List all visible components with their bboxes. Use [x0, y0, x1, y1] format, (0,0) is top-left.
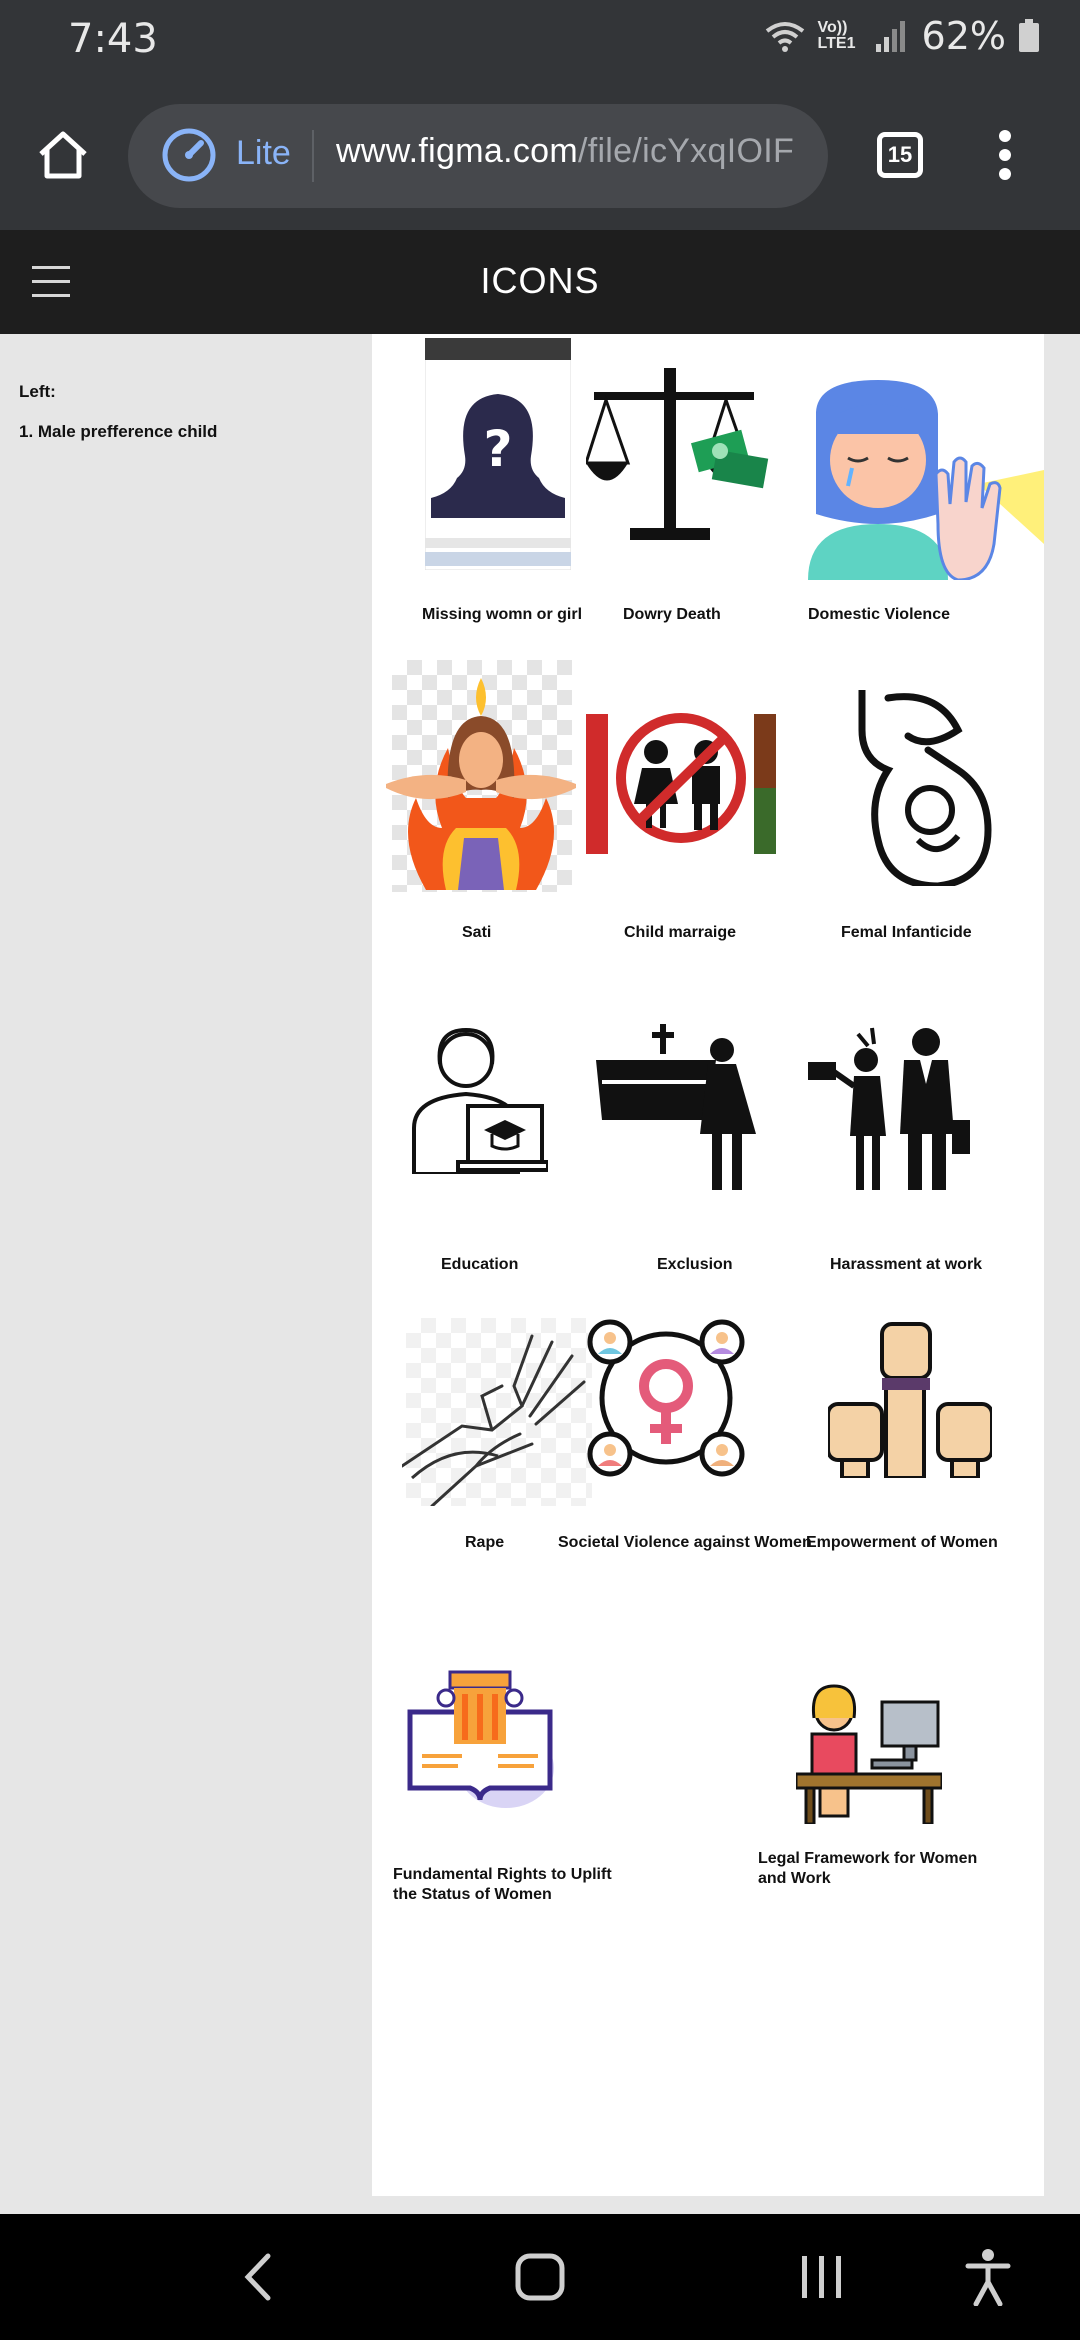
home-icon	[39, 131, 87, 179]
woman-at-computer-desk-icon	[796, 1684, 942, 1824]
pregnant-womb-icon	[858, 690, 992, 886]
browser-toolbar: Lite www.figma.com/file/icYxqIOIF 15	[0, 92, 1080, 230]
icon-label-line-2: the Status of Women	[393, 1886, 552, 1903]
icon-label: Rape	[465, 1534, 505, 1551]
url-host: www.figma.com	[336, 132, 578, 170]
icon-label-line-1: Fundamental Rights to Uplift	[393, 1866, 612, 1883]
mourning-coffin-icon	[596, 1024, 756, 1190]
crying-woman-hand-icon	[808, 380, 1044, 580]
icon-card-societal-violence[interactable]: Societal Violence against Women	[558, 1318, 812, 1578]
icon-card-exclusion[interactable]: Exclusion	[586, 1024, 786, 1294]
address-bar-divider	[312, 130, 314, 182]
icons-frame: ? Missing womn or girl Dowry Death Domes…	[372, 334, 1044, 2196]
app-header: ICONS	[0, 230, 1080, 334]
icon-card-dowry-death[interactable]: Dowry Death	[586, 334, 786, 634]
status-bar: 7:43 Vo)) LTE1 62%	[0, 0, 1080, 92]
raised-fists-icon	[828, 1322, 992, 1478]
home-nav-icon[interactable]	[514, 2252, 566, 2302]
icon-card-domestic-violence[interactable]: Domestic Violence	[808, 334, 1044, 634]
missing-person-icon: ?	[425, 338, 571, 570]
icon-label: Education	[441, 1256, 519, 1273]
network-label: Vo)) LTE1	[817, 19, 856, 52]
icon-card-harassment-at-work[interactable]: Harassment at work	[808, 1024, 1044, 1294]
no-child-marriage-icon	[586, 713, 776, 854]
icon-label-line-1: Legal Framework for Women	[758, 1850, 978, 1867]
address-bar[interactable]: Lite www.figma.com/file/icYxqIOIF	[128, 104, 828, 208]
svg-text:?: ?	[483, 420, 512, 478]
overflow-menu-button[interactable]	[990, 130, 1020, 180]
clock: 7:43	[68, 16, 158, 62]
icon-label: Missing womn or girl	[422, 606, 583, 623]
signal-icon	[875, 21, 905, 52]
back-icon[interactable]	[238, 2252, 278, 2302]
tab-switcher-button[interactable]: 15	[877, 132, 923, 178]
notes-item: 1. Male prefference child	[19, 422, 218, 441]
wifi-icon	[765, 22, 804, 52]
icon-card-empowerment[interactable]: Empowerment of Women	[806, 1318, 1044, 1578]
battery-percent: 62%	[921, 14, 1006, 58]
icon-label: Dowry Death	[623, 606, 721, 623]
icon-label: Femal Infanticide	[841, 924, 972, 941]
lite-mode-icon	[162, 128, 216, 182]
icon-card-sati[interactable]: Sati	[372, 660, 576, 960]
url-path: /file/icYxqIOIF	[577, 132, 795, 170]
icon-card-legal-framework[interactable]: Legal Framework for Women and Work	[758, 1664, 1044, 1964]
home-button[interactable]	[28, 120, 98, 190]
scales-with-money-icon	[586, 368, 769, 540]
icon-card-missing-woman[interactable]: ? Missing womn or girl	[372, 334, 582, 634]
lite-mode-label: Lite	[236, 134, 291, 172]
icon-label-line-2: and Work	[758, 1870, 831, 1887]
icon-label: Exclusion	[657, 1256, 733, 1273]
woman-in-flames-icon	[386, 678, 576, 890]
icon-label: Empowerment of Women	[806, 1534, 998, 1551]
status-icons: Vo)) LTE1 62%	[764, 14, 1040, 58]
system-navigation-bar	[0, 2214, 1080, 2340]
url-text[interactable]: www.figma.com/file/icYxqIOIF	[336, 132, 794, 171]
icon-card-fundamental-rights[interactable]: Fundamental Rights to Uplift the Status …	[372, 1664, 632, 1964]
battery-icon	[1019, 19, 1039, 52]
accessibility-icon[interactable]	[964, 2248, 1012, 2306]
tab-count: 15	[887, 142, 913, 167]
icon-card-rape[interactable]: Rape	[372, 1318, 592, 1578]
icon-label: Child marraige	[624, 924, 737, 941]
woman-laptop-graduation-icon	[412, 1027, 548, 1174]
icon-card-female-infanticide[interactable]: Femal Infanticide	[808, 660, 1044, 960]
icon-card-child-marriage[interactable]: Child marraige	[586, 660, 786, 960]
icon-label: Domestic Violence	[808, 606, 950, 623]
female-symbol-community-icon	[587, 1319, 745, 1477]
icon-card-education[interactable]: Education	[372, 1024, 572, 1294]
notes-heading: Left:	[19, 382, 56, 401]
icon-label: Sati	[462, 924, 492, 941]
gripped-hand-icon	[402, 1334, 586, 1506]
recent-apps-icon[interactable]	[798, 2252, 846, 2302]
icon-label: Societal Violence against Women	[558, 1534, 812, 1551]
icon-label: Harassment at work	[830, 1256, 983, 1273]
workplace-harassment-icon	[808, 1027, 970, 1190]
constitution-book-icon	[407, 1670, 554, 1808]
page-title: ICONS	[480, 260, 600, 301]
